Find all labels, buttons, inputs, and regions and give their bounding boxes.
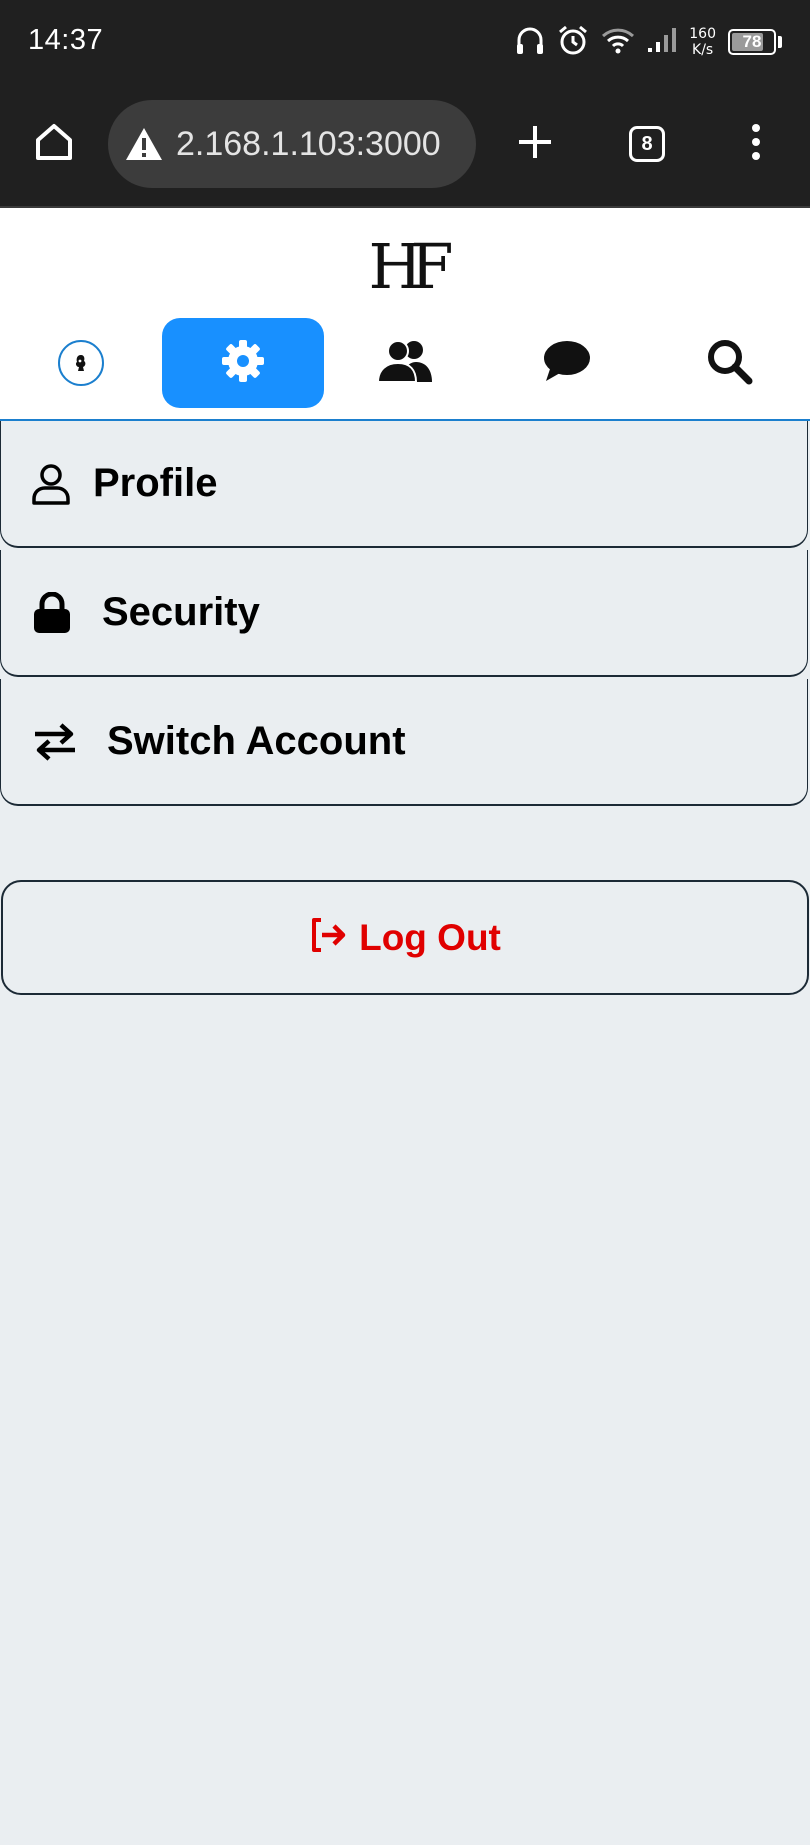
battery-level: 78 <box>742 32 762 51</box>
nav-profile-avatar[interactable] <box>0 318 162 408</box>
signal-icon <box>647 26 677 59</box>
app-header: HF <box>0 208 810 421</box>
home-button[interactable] <box>24 114 84 174</box>
headphones-icon <box>515 24 545 61</box>
settings-item-label: Profile <box>93 461 218 505</box>
switch-arrows-icon <box>33 679 77 804</box>
logout-button[interactable]: Log Out <box>1 880 809 995</box>
battery-icon: 78 <box>728 29 782 55</box>
browser-toolbar: 2.168.1.103:3000 8 <box>0 84 810 208</box>
network-speed: 160 K/s <box>689 26 716 58</box>
status-icons: 160 K/s 78 <box>503 20 782 64</box>
settings-item-security[interactable]: Security <box>0 550 808 677</box>
tab-switcher-button[interactable]: 8 <box>617 114 677 174</box>
main-nav <box>0 318 810 408</box>
alarm-icon <box>557 24 589 61</box>
battery-cap <box>778 36 782 48</box>
menu-icon <box>750 122 762 167</box>
settings-list: Profile Security Switch Account <box>0 421 810 808</box>
warning-icon[interactable] <box>122 122 166 166</box>
users-icon <box>376 338 434 389</box>
wifi-icon <box>601 26 635 59</box>
nav-messages[interactable] <box>486 318 648 408</box>
app-logo[interactable]: HF <box>0 230 810 303</box>
nav-friends[interactable] <box>324 318 486 408</box>
lock-icon <box>33 550 71 675</box>
status-time: 14:37 <box>28 24 104 56</box>
browser-menu-button[interactable] <box>726 114 786 174</box>
user-icon <box>31 421 71 546</box>
network-speed-value: 160 <box>689 26 716 42</box>
settings-item-profile[interactable]: Profile <box>0 421 808 548</box>
settings-item-label: Security <box>102 590 260 634</box>
nav-settings[interactable] <box>162 318 324 408</box>
new-tab-button[interactable] <box>505 114 565 174</box>
address-bar[interactable]: 2.168.1.103:3000 <box>108 100 476 188</box>
chat-icon <box>542 339 592 388</box>
settings-item-label: Switch Account <box>107 719 406 763</box>
network-speed-unit: K/s <box>692 42 714 58</box>
settings-item-switch-account[interactable]: Switch Account <box>0 679 808 806</box>
logout-label: Log Out <box>359 916 501 958</box>
tab-count: 8 <box>629 126 665 162</box>
gear-icon <box>219 337 267 390</box>
url-text[interactable]: 2.168.1.103:3000 <box>176 125 441 164</box>
nav-search[interactable] <box>648 318 810 408</box>
status-bar: 14:37 160 K/s 78 <box>0 0 810 84</box>
logout-icon <box>309 917 347 958</box>
battery-body: 78 <box>728 29 776 55</box>
search-icon <box>705 337 753 390</box>
home-icon <box>32 120 76 169</box>
avatar-icon <box>58 340 104 386</box>
new-tab-icon <box>515 122 555 167</box>
